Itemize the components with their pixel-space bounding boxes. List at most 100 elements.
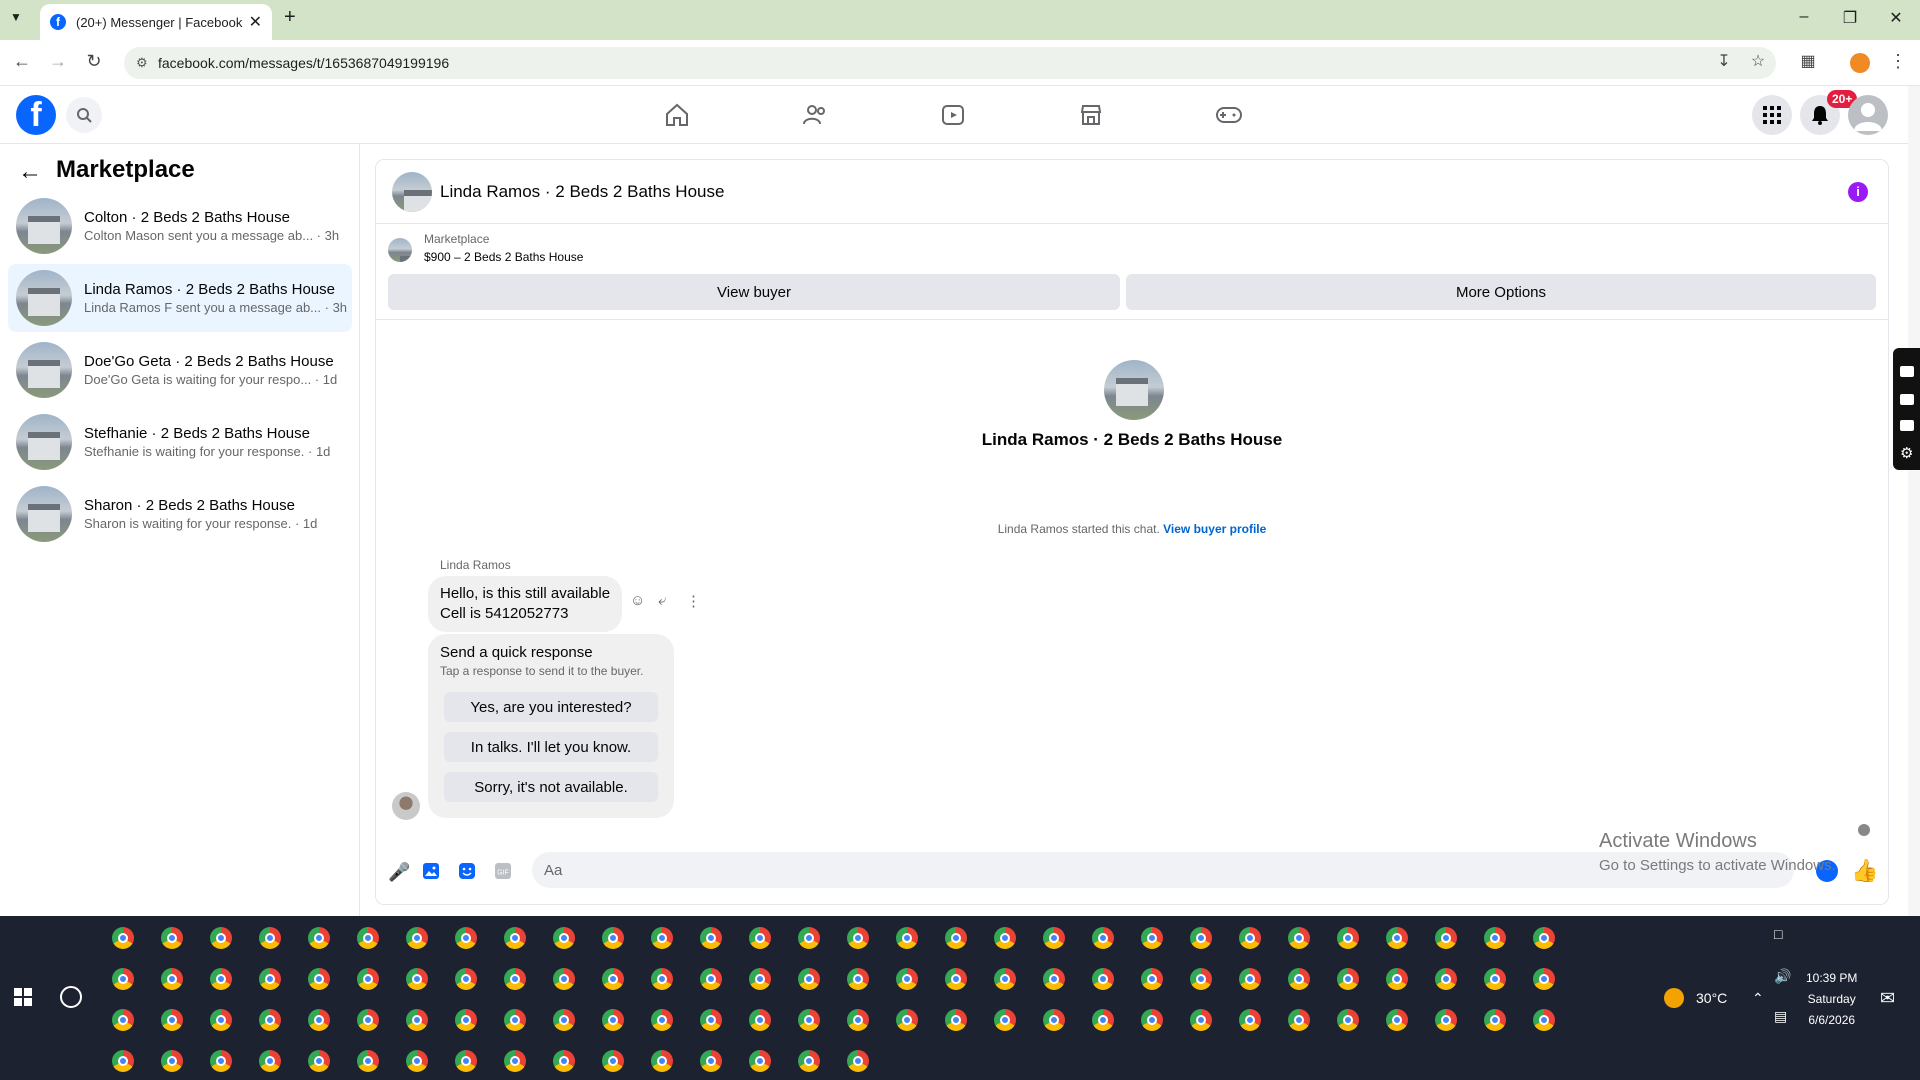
reload-icon[interactable]: ↻	[82, 51, 106, 72]
chrome-app-icon[interactable]	[357, 1050, 379, 1072]
chrome-app-icon[interactable]	[1239, 968, 1261, 990]
conversation-item[interactable]: Linda Ramos · 2 Beds 2 Baths House Linda …	[8, 264, 352, 332]
volume-icon[interactable]: 🔊	[1774, 968, 1791, 985]
chrome-app-icon[interactable]	[1484, 927, 1506, 949]
view-buyer-button[interactable]: View buyer	[388, 274, 1120, 310]
chrome-app-icon[interactable]	[1239, 1009, 1261, 1031]
chrome-app-icon[interactable]	[1435, 968, 1457, 990]
chrome-app-icon[interactable]	[161, 1009, 183, 1031]
chrome-app-icon[interactable]	[896, 968, 918, 990]
camera-icon[interactable]	[1900, 366, 1914, 377]
quick-response-button[interactable]: Sorry, it's not available.	[444, 772, 658, 802]
chrome-app-icon[interactable]	[1043, 927, 1065, 949]
conversation-item[interactable]: Sharon · 2 Beds 2 Baths House Sharon is w…	[8, 480, 352, 548]
minimize-button[interactable]: –	[1792, 8, 1816, 26]
chrome-app-icon[interactable]	[945, 927, 967, 949]
chrome-app-icon[interactable]	[1092, 968, 1114, 990]
chrome-app-icon[interactable]	[455, 1050, 477, 1072]
chrome-app-icon[interactable]	[112, 1050, 134, 1072]
chrome-app-icon[interactable]	[1141, 927, 1163, 949]
chrome-app-icon[interactable]	[749, 1050, 771, 1072]
new-tab-button[interactable]: +	[284, 6, 296, 29]
facebook-logo-icon[interactable]: f	[16, 95, 56, 135]
chrome-app-icon[interactable]	[308, 968, 330, 990]
chrome-app-icon[interactable]	[1190, 927, 1212, 949]
account-avatar[interactable]	[1848, 95, 1888, 135]
chrome-app-icon[interactable]	[847, 1009, 869, 1031]
chrome-app-icon[interactable]	[1337, 968, 1359, 990]
chrome-app-icon[interactable]	[651, 968, 673, 990]
video-icon[interactable]	[938, 100, 968, 130]
tray-device-icon[interactable]: □	[1774, 926, 1782, 942]
chrome-app-icon[interactable]	[161, 927, 183, 949]
chrome-app-icon[interactable]	[504, 1009, 526, 1031]
chrome-app-icon[interactable]	[406, 1009, 428, 1031]
chrome-app-icon[interactable]	[749, 1009, 771, 1031]
chrome-app-icon[interactable]	[798, 1009, 820, 1031]
more-actions-icon[interactable]: ⋮	[686, 592, 701, 610]
chrome-app-icon[interactable]	[602, 927, 624, 949]
chrome-app-icon[interactable]	[161, 968, 183, 990]
chrome-app-icon[interactable]	[651, 927, 673, 949]
chrome-app-icon[interactable]	[1092, 927, 1114, 949]
chrome-app-icon[interactable]	[847, 968, 869, 990]
taskbar-search-icon[interactable]	[60, 986, 82, 1008]
chrome-app-icon[interactable]	[1190, 1009, 1212, 1031]
chrome-app-icon[interactable]	[602, 1050, 624, 1072]
chrome-app-icon[interactable]	[1533, 1009, 1555, 1031]
browser-tab[interactable]: f (20+) Messenger | Facebook ✕	[40, 4, 272, 40]
chrome-app-icon[interactable]	[406, 968, 428, 990]
chrome-app-icon[interactable]	[798, 968, 820, 990]
chrome-app-icon[interactable]	[1484, 968, 1506, 990]
chrome-app-icon[interactable]	[602, 968, 624, 990]
menu-grid-icon[interactable]	[1752, 95, 1792, 135]
page-scrollbar[interactable]	[1908, 86, 1920, 916]
friends-icon[interactable]	[800, 100, 830, 130]
chrome-app-icon[interactable]	[602, 1009, 624, 1031]
chrome-app-icon[interactable]	[504, 927, 526, 949]
chrome-app-icon[interactable]	[259, 927, 281, 949]
chrome-app-icon[interactable]	[700, 927, 722, 949]
chrome-app-icon[interactable]	[749, 968, 771, 990]
more-options-button[interactable]: More Options	[1126, 274, 1876, 310]
bookmark-star-icon[interactable]: ☆	[1746, 51, 1770, 71]
chrome-app-icon[interactable]	[1043, 1009, 1065, 1031]
chrome-app-icon[interactable]	[308, 1050, 330, 1072]
chrome-app-icon[interactable]	[1337, 927, 1359, 949]
profile-avatar-icon[interactable]	[1850, 53, 1870, 73]
chrome-app-icon[interactable]	[1288, 968, 1310, 990]
chrome-app-icon[interactable]	[945, 1009, 967, 1031]
chrome-app-icon[interactable]	[994, 1009, 1016, 1031]
chrome-app-icon[interactable]	[1386, 968, 1408, 990]
chrome-app-icon[interactable]	[1043, 968, 1065, 990]
chrome-app-icon[interactable]	[210, 1009, 232, 1031]
chrome-app-icon[interactable]	[1337, 1009, 1359, 1031]
chrome-app-icon[interactable]	[1484, 1009, 1506, 1031]
action-center-icon[interactable]: ✉	[1880, 988, 1895, 1009]
chrome-app-icon[interactable]	[1288, 1009, 1310, 1031]
chrome-app-icon[interactable]	[896, 927, 918, 949]
back-icon[interactable]: ←	[10, 51, 34, 72]
show-hidden-icons-icon[interactable]: ⌃	[1752, 990, 1764, 1007]
chrome-app-icon[interactable]	[210, 1050, 232, 1072]
chrome-app-icon[interactable]	[161, 1050, 183, 1072]
chrome-app-icon[interactable]	[357, 968, 379, 990]
gaming-icon[interactable]	[1214, 100, 1244, 130]
close-tab-icon[interactable]: ✕	[249, 12, 262, 32]
chrome-app-icon[interactable]	[210, 968, 232, 990]
chrome-app-icon[interactable]	[553, 927, 575, 949]
chrome-app-icon[interactable]	[798, 1050, 820, 1072]
chrome-app-icon[interactable]	[308, 927, 330, 949]
chrome-app-icon[interactable]	[700, 1009, 722, 1031]
chrome-app-icon[interactable]	[896, 1009, 918, 1031]
reply-icon[interactable]: ⤶	[658, 592, 666, 609]
screen-capture-toolbar[interactable]: ⚙	[1893, 348, 1920, 470]
conversation-item[interactable]: Stefhanie · 2 Beds 2 Baths House Stefhani…	[8, 408, 352, 476]
chrome-app-icon[interactable]	[945, 968, 967, 990]
chrome-app-icon[interactable]	[357, 927, 379, 949]
chrome-app-icon[interactable]	[1141, 1009, 1163, 1031]
chrome-app-icon[interactable]	[1190, 968, 1212, 990]
browser-menu-icon[interactable]: ⋮	[1886, 51, 1910, 72]
microphone-icon[interactable]: 🎤	[388, 862, 410, 883]
chrome-app-icon[interactable]	[504, 968, 526, 990]
